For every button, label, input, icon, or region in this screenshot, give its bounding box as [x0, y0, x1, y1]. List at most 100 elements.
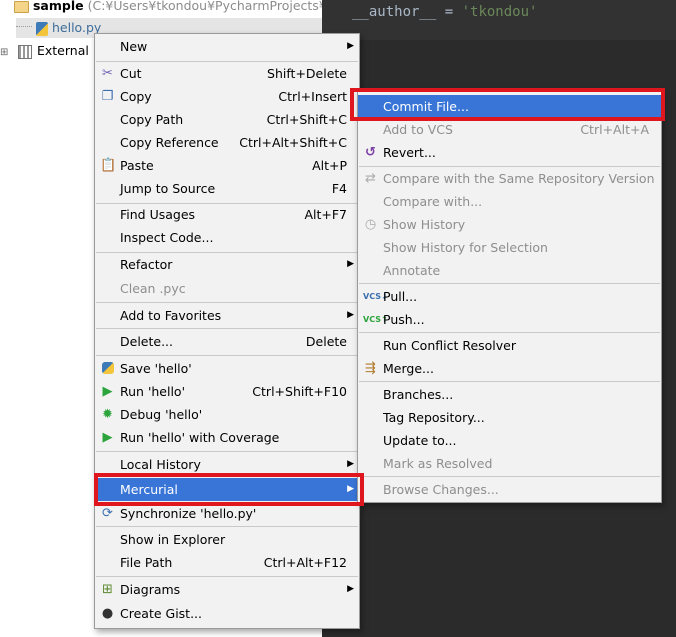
menu-item-label: Add to Favorites	[120, 308, 222, 323]
menu-item-mercurial[interactable]: Mercurial ▶	[95, 478, 359, 501]
menu-separator	[96, 355, 358, 356]
menu-item-add-to-favorites[interactable]: Add to Favorites ▶	[95, 304, 359, 327]
submenu-arrow-icon: ▶	[347, 459, 354, 469]
menu-item-show-in-explorer[interactable]: Show in Explorer	[95, 528, 359, 551]
menu-item-shortcut: Ctrl+Shift+C	[266, 112, 347, 127]
menu-item-label: Annotate	[383, 263, 441, 278]
python-file-icon	[35, 21, 48, 36]
menu-item-shortcut: Shift+Delete	[267, 66, 347, 81]
menu-item-debug[interactable]: ✹ Debug 'hello'	[95, 403, 359, 426]
submenu-item-mark-as-resolved: Mark as Resolved	[358, 452, 661, 475]
menu-separator	[359, 476, 660, 477]
project-root-path: (C:¥Users¥tkondou¥PycharmProjects¥sa	[87, 0, 341, 13]
menu-item-label: Show in Explorer	[120, 532, 226, 547]
submenu-item-browse-changes: Browse Changes...	[358, 478, 661, 501]
menu-item-label: Create Gist...	[120, 606, 203, 621]
tree-item-project-root[interactable]: sample (C:¥Users¥tkondou¥PycharmProjects…	[0, 0, 341, 16]
project-root-label: sample	[32, 0, 84, 13]
submenu-item-push[interactable]: VCS↑ Push...	[358, 308, 661, 331]
menu-item-label: Show History for Selection	[383, 240, 548, 255]
tree-item-external-libraries[interactable]: ⊞ External Li	[0, 41, 103, 61]
submenu-item-pull[interactable]: VCS↓ Pull...	[358, 285, 661, 308]
sync-icon: ⟳	[102, 506, 113, 521]
submenu-item-update-to[interactable]: Update to...	[358, 429, 661, 452]
copy-icon: ❐	[101, 89, 114, 104]
python-icon	[100, 361, 115, 376]
menu-item-copy[interactable]: ❐ Copy Ctrl+Insert	[95, 85, 359, 108]
menu-item-label: Paste	[120, 158, 154, 173]
run-icon: ▶	[102, 384, 113, 399]
submenu-item-show-history-selection: Show History for Selection	[358, 236, 661, 259]
menu-item-copy-path[interactable]: Copy Path Ctrl+Shift+C	[95, 108, 359, 131]
menu-item-file-path[interactable]: File Path Ctrl+Alt+F12	[95, 551, 359, 574]
submenu-item-compare-with: Compare with...	[358, 190, 661, 213]
menu-item-label: Save 'hello'	[120, 361, 192, 376]
menu-item-label: New	[120, 39, 148, 54]
menu-item-refactor[interactable]: Refactor ▶	[95, 253, 359, 276]
menu-item-run[interactable]: ▶ Run 'hello' Ctrl+Shift+F10	[95, 380, 359, 403]
menu-item-copy-reference[interactable]: Copy Reference Ctrl+Alt+Shift+C	[95, 131, 359, 154]
submenu-item-add-to-vcs: Add to VCS Ctrl+Alt+A	[358, 118, 661, 141]
menu-item-save[interactable]: Save 'hello'	[95, 357, 359, 380]
menu-item-label: Compare with the Same Repository Version	[383, 171, 655, 186]
submenu-item-branches[interactable]: Branches...	[358, 383, 661, 406]
menu-item-label: Delete...	[120, 334, 173, 349]
menu-item-shortcut: F4	[331, 181, 347, 196]
menu-item-label: Show History	[383, 217, 466, 232]
menu-item-jump-to-source[interactable]: Jump to Source F4	[95, 177, 359, 200]
submenu-arrow-icon: ▶	[347, 41, 354, 51]
menu-item-label: File Path	[120, 555, 173, 570]
menu-item-label: Copy	[120, 89, 152, 104]
menu-item-inspect-code[interactable]: Inspect Code...	[95, 226, 359, 249]
scissors-icon: ✂	[102, 66, 113, 81]
github-icon: ●	[101, 606, 114, 621]
menu-item-label: Inspect Code...	[120, 230, 214, 245]
submenu-item-commit-file[interactable]: Commit File...	[358, 95, 661, 118]
menu-item-label: Copy Reference	[120, 135, 219, 150]
menu-item-label: Merge...	[383, 361, 434, 376]
menu-item-cut[interactable]: ✂ Cut Shift+Delete	[95, 62, 359, 85]
submenu-item-tag-repository[interactable]: Tag Repository...	[358, 406, 661, 429]
merge-icon: ⇶	[365, 361, 376, 376]
menu-separator	[359, 283, 660, 284]
code-line: __author__ = 'tkondou'	[352, 4, 537, 20]
submenu-item-show-history: ◷ Show History	[358, 213, 661, 236]
menu-item-label: Copy Path	[120, 112, 184, 127]
submenu-item-revert[interactable]: ↺ Revert...	[358, 141, 661, 164]
menu-item-clean-pyc: Clean .pyc	[95, 277, 359, 300]
vcs-push-icon: VCS↑	[363, 315, 388, 324]
library-icon	[17, 44, 32, 59]
context-menu: New ▶ ✂ Cut Shift+Delete ❐ Copy Ctrl+Insert C…	[94, 33, 360, 629]
submenu-item-merge[interactable]: ⇶ Merge...	[358, 357, 661, 380]
menu-item-label: Run 'hello'	[120, 384, 186, 399]
menu-item-label: Compare with...	[383, 194, 483, 209]
submenu-item-run-conflict-resolver[interactable]: Run Conflict Resolver	[358, 334, 661, 357]
menu-item-shortcut: Ctrl+Insert	[278, 89, 347, 104]
menu-item-label: Synchronize 'hello.py'	[120, 506, 257, 521]
submenu-arrow-icon: ▶	[347, 310, 354, 320]
menu-item-label: Pull...	[383, 289, 418, 304]
menu-item-diagrams[interactable]: ⊞ Diagrams ▶	[95, 578, 359, 601]
menu-item-run-with-coverage[interactable]: ▶ Run 'hello' with Coverage	[95, 426, 359, 449]
menu-item-synchronize[interactable]: ⟳ Synchronize 'hello.py'	[95, 502, 359, 525]
menu-item-create-gist[interactable]: ● Create Gist...	[95, 602, 359, 625]
submenu-item-annotate: Annotate	[358, 259, 661, 282]
menu-item-label: Refactor	[120, 257, 173, 272]
vcs-pull-icon: VCS↓	[363, 292, 388, 301]
menu-item-label: Local History	[120, 457, 201, 472]
menu-item-new[interactable]: New ▶	[95, 35, 359, 58]
menu-item-local-history[interactable]: Local History ▶	[95, 453, 359, 476]
menu-item-delete[interactable]: Delete... Delete	[95, 330, 359, 353]
folder-icon	[13, 0, 29, 13]
menu-item-label: Revert...	[383, 145, 436, 160]
menu-item-label: Run 'hello' with Coverage	[120, 430, 280, 445]
menu-item-paste[interactable]: 📋 Paste Alt+P	[95, 154, 359, 177]
submenu-arrow-icon: ▶	[347, 584, 354, 594]
menu-item-find-usages[interactable]: Find Usages Alt+F7	[95, 203, 359, 226]
submenu-arrow-icon: ▶	[347, 259, 354, 269]
menu-separator	[96, 451, 358, 452]
menu-item-shortcut: Ctrl+Alt+Shift+C	[239, 135, 347, 150]
menu-item-shortcut: Delete	[305, 334, 347, 349]
expand-icon[interactable]: ⊞	[0, 43, 14, 63]
menu-item-shortcut: Ctrl+Alt+F12	[263, 555, 347, 570]
